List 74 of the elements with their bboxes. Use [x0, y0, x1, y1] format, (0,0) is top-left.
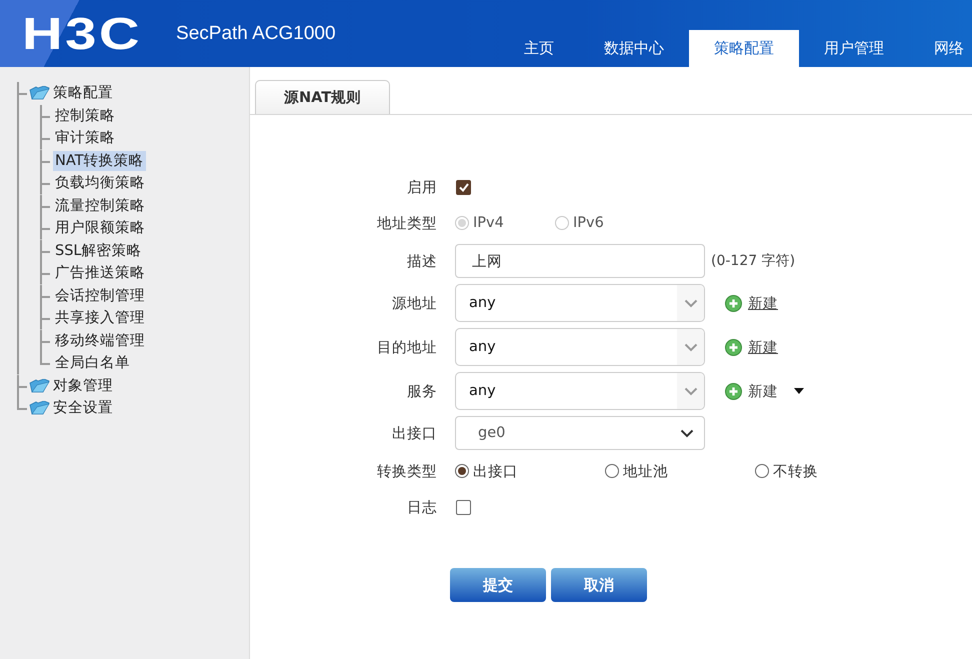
radio-label: 地址池 — [623, 462, 668, 480]
field-label: 目的地址 — [376, 338, 437, 356]
nav-tab[interactable]: 主页 — [499, 30, 579, 67]
length-hint: (0-127 字符) — [711, 252, 796, 270]
field-label: 描述 — [406, 252, 437, 270]
logo: H3C — [22, 11, 142, 56]
new-link[interactable]: 新建 — [748, 338, 778, 356]
tree-item[interactable]: 安全设置 — [51, 398, 115, 418]
tab[interactable]: 源NAT规则 — [255, 80, 390, 114]
plus-icon[interactable] — [725, 294, 742, 312]
chevron-icon — [684, 298, 698, 308]
radio-label: IPv6 — [573, 215, 604, 231]
combo-box[interactable]: any — [455, 328, 705, 366]
tree-connector — [40, 150, 51, 172]
checkbox[interactable] — [456, 180, 471, 194]
tree-connector — [40, 307, 51, 330]
tree-item[interactable]: 控制策略 — [53, 106, 117, 126]
tree-item[interactable]: 会话控制管理 — [53, 286, 147, 306]
combo-box[interactable]: any — [455, 372, 705, 410]
submit-button[interactable]: 提交 — [450, 568, 546, 602]
nav-tab[interactable]: 数据中心 — [579, 30, 689, 67]
nav-tab[interactable]: 用户管理 — [799, 30, 909, 67]
tree-connector — [40, 240, 51, 262]
tree-item[interactable]: 移动终端管理 — [53, 330, 147, 351]
nav-tab[interactable]: 网络 — [909, 30, 972, 67]
tree-connector — [40, 194, 51, 217]
tree-item[interactable]: NAT转换策略 — [53, 150, 146, 171]
checkbox[interactable] — [456, 500, 471, 514]
radio-button[interactable] — [605, 464, 619, 478]
field-label: 服务 — [406, 382, 437, 400]
tree-item[interactable]: 审计策略 — [53, 128, 117, 148]
product-title: SecPath ACG1000 — [176, 22, 336, 44]
field-label: 源地址 — [391, 294, 437, 312]
radio-button[interactable] — [455, 464, 469, 478]
radio-label: 不转换 — [773, 462, 818, 480]
new-link[interactable]: 新建 — [748, 294, 778, 312]
tree-item[interactable]: 负载均衡策略 — [53, 173, 147, 194]
tree-item[interactable]: 全局白名单 — [53, 353, 132, 374]
caret-icon[interactable] — [794, 388, 804, 394]
tree-item[interactable]: 广告推送策略 — [53, 263, 147, 284]
tree-connector — [40, 127, 51, 150]
tree-item[interactable]: 对象管理 — [51, 376, 115, 396]
field-label: 日志 — [406, 498, 437, 516]
tree-item[interactable]: 共享接入管理 — [53, 308, 147, 328]
radio-label: IPv4 — [473, 215, 504, 231]
tree-connector — [40, 262, 51, 284]
tree-connector — [40, 284, 51, 307]
cancel-button[interactable]: 取消 — [551, 568, 647, 602]
plus-icon[interactable] — [725, 338, 742, 356]
combo-box[interactable]: any — [455, 284, 705, 322]
tree-connector — [40, 172, 51, 194]
field-label: 转换类型 — [376, 462, 437, 480]
folder-icon — [29, 86, 50, 100]
chevron-icon — [684, 386, 698, 396]
tree-item[interactable]: 策略配置 — [51, 83, 115, 104]
folder-icon — [29, 378, 50, 393]
folder-icon — [29, 401, 50, 416]
new-label[interactable]: 新建 — [748, 382, 778, 400]
field-label: 启用 — [406, 178, 437, 196]
field-label: 出接口 — [391, 424, 437, 442]
tree-connector — [40, 217, 51, 240]
tree-item[interactable]: 流量控制策略 — [53, 196, 147, 216]
radio-label: 出接口 — [473, 462, 518, 480]
chevron-icon — [680, 428, 694, 438]
tree-item[interactable]: SSL解密策略 — [53, 240, 144, 261]
nav-tab[interactable]: 策略配置 — [689, 30, 799, 67]
plus-icon[interactable] — [725, 382, 742, 400]
radio-button[interactable] — [755, 464, 769, 478]
field-label: 地址类型 — [376, 214, 437, 232]
tree-item[interactable]: 用户限额策略 — [53, 218, 147, 238]
description-field[interactable]: 上网 — [455, 244, 705, 278]
dropdown[interactable]: ge0 — [455, 416, 705, 450]
tree-connector — [40, 104, 51, 127]
chevron-icon — [684, 342, 698, 352]
